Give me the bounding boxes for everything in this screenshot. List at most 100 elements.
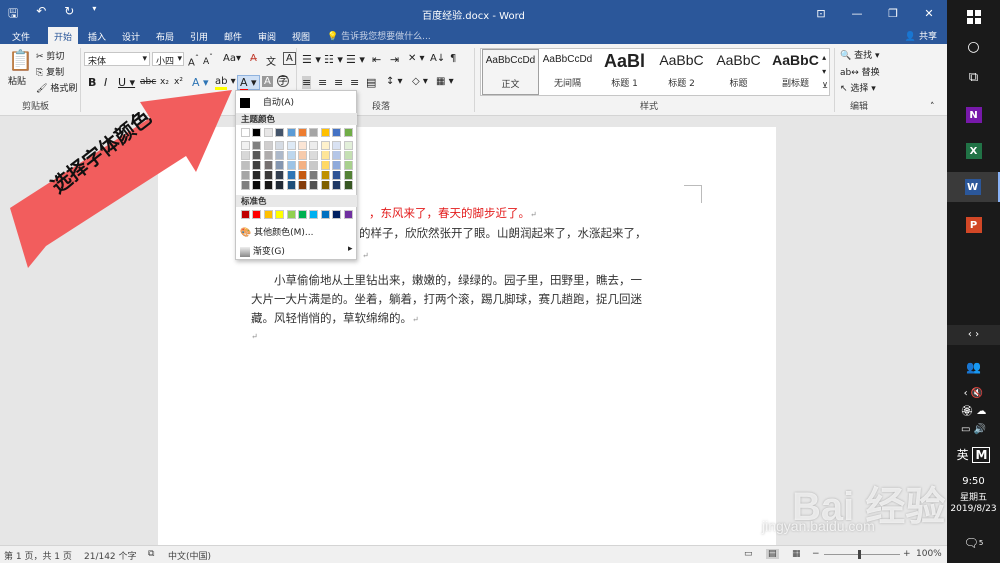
theme-shade-swatch[interactable] bbox=[309, 171, 319, 180]
zoom-out-icon[interactable]: − bbox=[812, 549, 820, 559]
theme-color-swatch[interactable] bbox=[263, 128, 273, 137]
align-left-icon[interactable]: ≡ bbox=[302, 76, 312, 89]
theme-color-swatch[interactable] bbox=[298, 128, 307, 137]
theme-shade-swatch[interactable] bbox=[252, 171, 262, 180]
theme-shade-swatch[interactable] bbox=[309, 161, 319, 170]
web-layout-icon[interactable]: ▦ bbox=[792, 549, 801, 559]
theme-shade-swatch[interactable] bbox=[252, 161, 262, 170]
theme-shade-swatch[interactable] bbox=[252, 181, 262, 190]
theme-shade-swatch[interactable] bbox=[286, 161, 296, 170]
theme-color-swatch[interactable] bbox=[343, 128, 353, 137]
styles-scroll[interactable]: ▴ ▾ ⊻ bbox=[822, 51, 828, 93]
word-count[interactable]: 21/142 个字 bbox=[84, 549, 137, 562]
battery-volume-icon[interactable]: ▭ 🔊 bbox=[947, 414, 1000, 444]
tab-review[interactable]: 审阅 bbox=[252, 27, 282, 44]
tab-view[interactable]: 视图 bbox=[286, 27, 316, 44]
theme-shade-swatch[interactable] bbox=[241, 141, 250, 150]
standard-color-swatch[interactable] bbox=[252, 210, 262, 219]
theme-shade-swatch[interactable] bbox=[320, 181, 330, 190]
theme-color-swatch[interactable] bbox=[286, 128, 296, 137]
distributed-icon[interactable]: ▤ bbox=[366, 76, 376, 89]
clock-date[interactable]: 2019/8/23 bbox=[947, 504, 1000, 514]
style-no-spacing[interactable]: AaBbCcDd 无间隔 bbox=[539, 49, 596, 95]
change-case-button[interactable]: Aa▾ bbox=[223, 53, 241, 64]
language[interactable]: 中文(中国) bbox=[168, 549, 211, 562]
style-subtitle[interactable]: AaBbC 副标题 bbox=[767, 49, 824, 95]
theme-shade-swatch[interactable] bbox=[286, 181, 296, 190]
line-spacing-icon[interactable]: ↕ ▾ bbox=[386, 76, 403, 87]
theme-color-swatch[interactable] bbox=[275, 128, 285, 137]
theme-shade-swatch[interactable] bbox=[320, 161, 330, 170]
word-icon[interactable]: W bbox=[947, 172, 1000, 202]
theme-shade-swatch[interactable] bbox=[298, 181, 307, 190]
theme-shade-swatch[interactable] bbox=[298, 171, 307, 180]
theme-shade-swatch[interactable] bbox=[320, 151, 330, 160]
theme-shade-swatch[interactable] bbox=[320, 171, 330, 180]
theme-color-swatch[interactable] bbox=[320, 128, 330, 137]
sort-icon[interactable]: A↓ bbox=[430, 53, 445, 64]
auto-color-item[interactable]: 自动(A) bbox=[240, 95, 294, 108]
tab-file[interactable]: 文件 bbox=[6, 27, 36, 44]
theme-shade-swatch[interactable] bbox=[275, 171, 285, 180]
windows-start-icon[interactable] bbox=[947, 2, 1000, 32]
share-button[interactable]: 👤 共享 bbox=[905, 29, 937, 42]
clock-weekday[interactable]: 星期五 bbox=[947, 490, 1000, 503]
theme-shade-swatch[interactable] bbox=[275, 181, 285, 190]
theme-shade-swatch[interactable] bbox=[252, 141, 262, 150]
theme-shade-swatch[interactable] bbox=[343, 161, 353, 170]
shrink-font-icon[interactable]: Aˇ bbox=[203, 53, 213, 67]
decrease-indent-icon[interactable]: ⇤ bbox=[372, 53, 381, 66]
standard-color-swatch[interactable] bbox=[343, 210, 353, 219]
zoom-thumb[interactable] bbox=[858, 550, 861, 559]
page-count[interactable]: 第 1 页，共 1 页 bbox=[4, 549, 72, 562]
theme-shade-swatch[interactable] bbox=[332, 141, 342, 150]
style-normal[interactable]: AaBbCcDd 正文 bbox=[482, 49, 539, 95]
theme-shade-swatch[interactable] bbox=[241, 171, 250, 180]
numbering-icon[interactable]: ☷ ▾ bbox=[324, 53, 343, 66]
theme-shade-swatch[interactable] bbox=[252, 151, 262, 160]
align-right-icon[interactable]: ≡ bbox=[334, 76, 343, 89]
theme-shade-swatch[interactable] bbox=[332, 171, 342, 180]
chinese-layout-icon[interactable]: ✕ ▾ bbox=[408, 53, 425, 64]
standard-color-swatch[interactable] bbox=[332, 210, 342, 219]
multilevel-list-icon[interactable]: ☰ ▾ bbox=[346, 53, 365, 66]
ribbon-display-icon[interactable]: ⊡ bbox=[803, 0, 839, 26]
theme-color-swatch[interactable] bbox=[332, 128, 342, 137]
phonetic-guide-icon[interactable]: 文 bbox=[266, 53, 276, 68]
onenote-icon[interactable]: N bbox=[947, 100, 1000, 130]
tab-design[interactable]: 设计 bbox=[116, 27, 146, 44]
standard-color-swatch[interactable] bbox=[298, 210, 307, 219]
theme-shade-swatch[interactable] bbox=[320, 141, 330, 150]
theme-shade-swatch[interactable] bbox=[286, 151, 296, 160]
theme-shade-swatch[interactable] bbox=[343, 141, 353, 150]
action-center-icon[interactable]: 🗨 5 bbox=[947, 528, 1000, 558]
tell-me-box[interactable]: 💡 告诉我您想要做什么... bbox=[327, 29, 431, 42]
tab-layout[interactable]: 布局 bbox=[150, 27, 180, 44]
read-mode-icon[interactable]: ▭ bbox=[744, 549, 753, 559]
borders-icon[interactable]: ▦ ▾ bbox=[436, 76, 454, 87]
find-button[interactable]: 🔍 查找 ▾ bbox=[840, 48, 880, 61]
tab-insert[interactable]: 插入 bbox=[82, 27, 112, 44]
powerpoint-icon[interactable]: P bbox=[947, 210, 1000, 240]
cortana-icon[interactable]: ○ bbox=[947, 32, 1000, 62]
char-shading-icon[interactable]: A bbox=[262, 76, 273, 87]
theme-shade-swatch[interactable] bbox=[263, 141, 273, 150]
tab-home[interactable]: 开始 bbox=[48, 27, 79, 44]
proofing-icon[interactable]: ⧉ bbox=[148, 549, 154, 559]
collapse-ribbon-icon[interactable]: ˄ bbox=[930, 102, 935, 112]
theme-shade-swatch[interactable] bbox=[332, 161, 342, 170]
style-heading-1[interactable]: AaBl 标题 1 bbox=[596, 49, 653, 95]
theme-shade-swatch[interactable] bbox=[286, 141, 296, 150]
font-size-select[interactable]: 小四 ▾ bbox=[152, 52, 184, 67]
standard-color-swatch[interactable] bbox=[263, 210, 273, 219]
task-view-icon[interactable]: ⧉ bbox=[947, 62, 1000, 92]
paste-icon[interactable]: 📋 bbox=[8, 48, 33, 72]
standard-color-swatch[interactable] bbox=[241, 210, 250, 219]
theme-color-swatch[interactable] bbox=[241, 128, 250, 137]
theme-shade-swatch[interactable] bbox=[343, 171, 353, 180]
theme-shade-swatch[interactable] bbox=[241, 161, 250, 170]
cut-button[interactable]: ✂ 剪切 bbox=[36, 49, 64, 62]
theme-shade-swatch[interactable] bbox=[286, 171, 296, 180]
theme-shade-swatch[interactable] bbox=[263, 171, 273, 180]
style-heading-2[interactable]: AaBbC 标题 2 bbox=[653, 49, 710, 95]
